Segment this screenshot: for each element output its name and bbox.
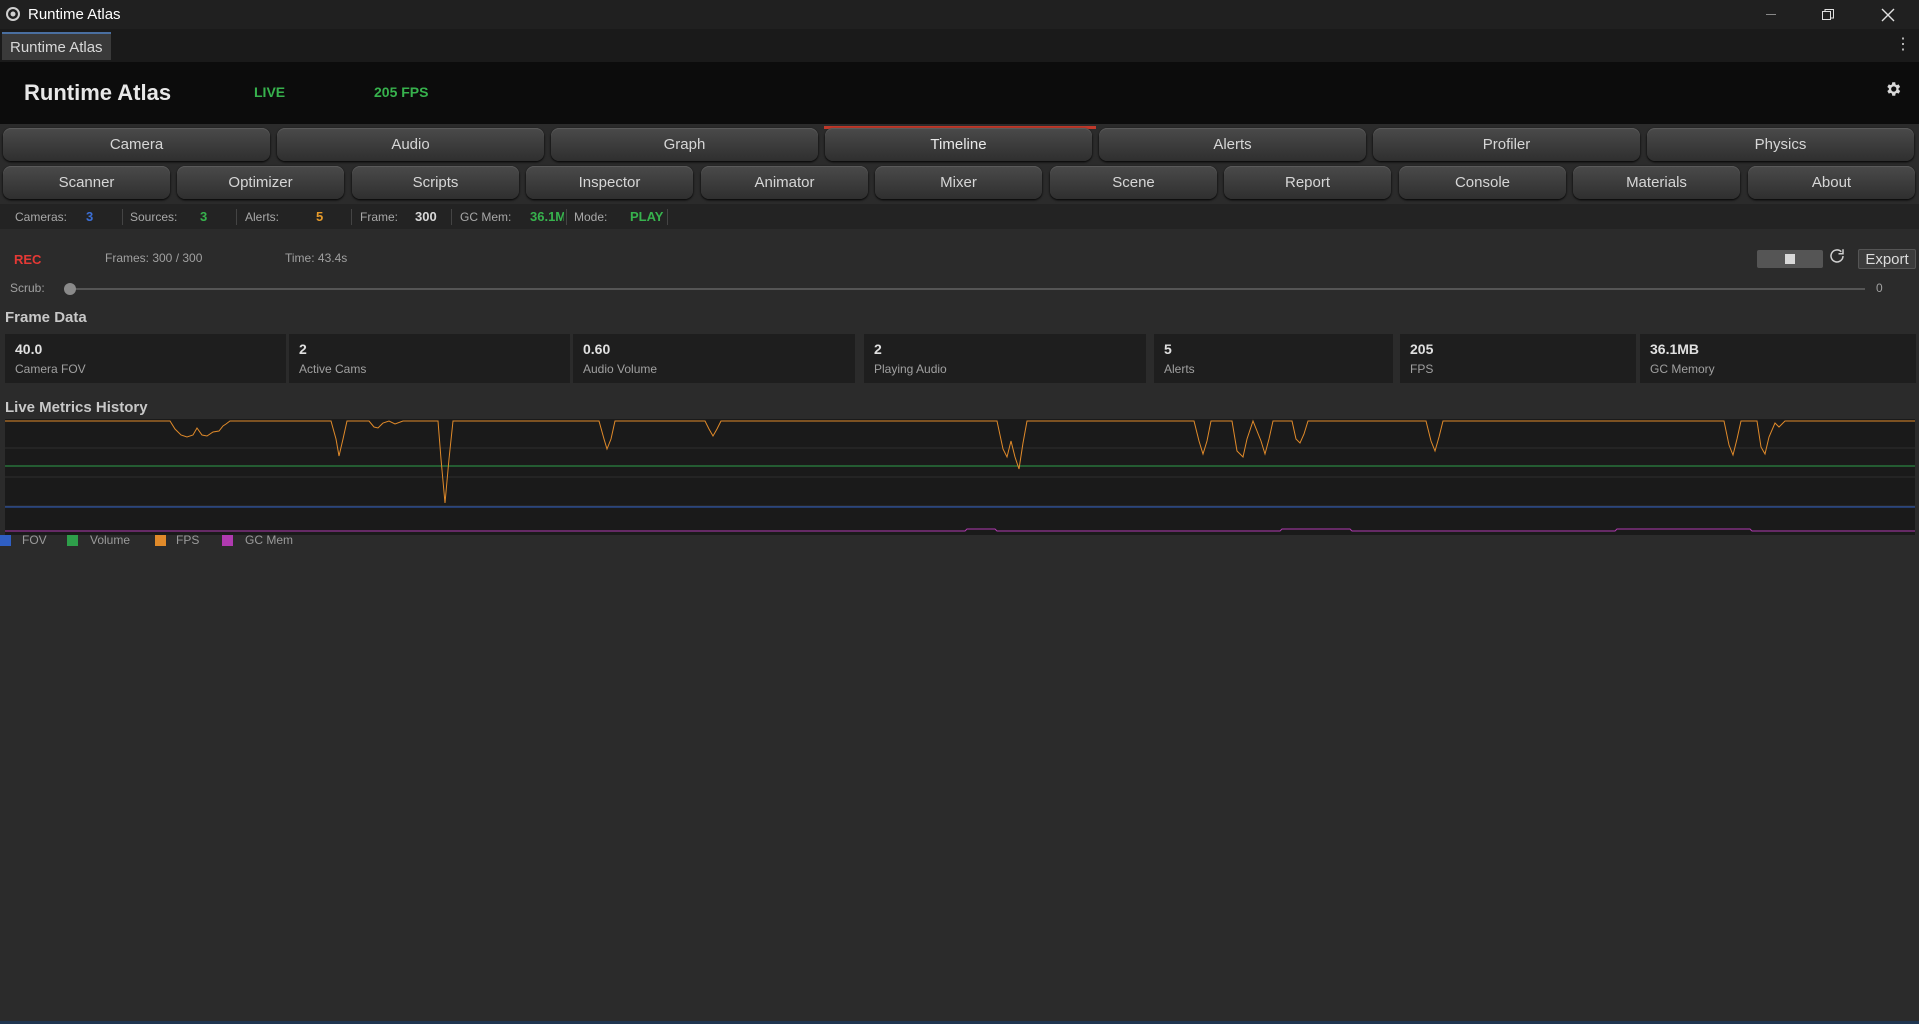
tab-scanner[interactable]: Scanner — [3, 166, 170, 199]
tab-audio[interactable]: Audio — [277, 128, 544, 161]
tab-scene[interactable]: Scene — [1050, 166, 1217, 199]
gcmem-series-line — [5, 528, 1915, 532]
mode-label: Mode: — [574, 210, 608, 224]
metric-card: 36.1MB GC Memory — [1640, 334, 1916, 383]
metric-card-label: Camera FOV — [15, 362, 86, 376]
frame-label: Frame: — [360, 210, 399, 224]
stat-divider — [122, 209, 123, 225]
legend-swatch — [67, 535, 78, 546]
export-button[interactable]: Export — [1858, 249, 1916, 269]
metrics-title: Live Metrics History — [5, 399, 148, 416]
metric-card-value: 2 — [299, 341, 307, 357]
stat-divider — [451, 209, 452, 225]
metric-card: 5 Alerts — [1154, 334, 1393, 383]
live-indicator: LIVE — [254, 84, 286, 100]
tab-report[interactable]: Report — [1224, 166, 1391, 199]
time-readout: Time: 43.4s — [285, 251, 348, 265]
restore-icon — [1822, 8, 1834, 20]
stat-divider — [667, 209, 668, 225]
tab-console[interactable]: Console — [1399, 166, 1566, 199]
legend-label: FOV — [22, 533, 47, 547]
fps-indicator: 205 FPS — [374, 84, 429, 100]
metric-card-value: 40.0 — [15, 341, 43, 357]
tab-optimizer[interactable]: Optimizer — [177, 166, 344, 199]
minimize-icon — [1766, 14, 1776, 15]
tab-about[interactable]: About — [1748, 166, 1915, 199]
rec-indicator: REC — [14, 252, 42, 267]
more-options-icon[interactable]: ⋮ — [1895, 34, 1911, 54]
close-button[interactable] — [1865, 0, 1911, 29]
tab-scripts[interactable]: Scripts — [352, 166, 519, 199]
sources-label: Sources: — [130, 210, 178, 224]
gcmem-value: 36.1M — [530, 209, 564, 224]
tab-graph[interactable]: Graph — [551, 128, 818, 161]
metric-card-label: Audio Volume — [583, 362, 658, 376]
frames-readout: Frames: 300 / 300 — [105, 251, 203, 265]
metric-card: 40.0 Camera FOV — [5, 334, 286, 383]
stop-icon — [1785, 254, 1795, 264]
app-icon — [6, 7, 20, 21]
tab-mixer[interactable]: Mixer — [875, 166, 1042, 199]
scrub-value: 0 — [1876, 281, 1883, 295]
metric-card-label: Active Cams — [299, 362, 367, 376]
metric-card: 2 Active Cams — [289, 334, 570, 383]
metric-card: 2 Playing Audio — [864, 334, 1146, 383]
frame-data-title: Frame Data — [5, 309, 87, 326]
metric-card-label: GC Memory — [1650, 362, 1715, 376]
mode-value: PLAY — [630, 209, 664, 224]
minimize-button[interactable] — [1748, 0, 1794, 29]
scrub-slider[interactable] — [70, 288, 1865, 290]
metric-card: 0.60 Audio Volume — [573, 334, 855, 383]
document-tabstrip — [0, 29, 1919, 62]
metric-card-value: 0.60 — [583, 341, 611, 357]
metric-card-value: 2 — [874, 341, 882, 357]
metrics-history-chart — [5, 419, 1915, 535]
metric-card-value: 36.1MB — [1650, 341, 1700, 357]
metric-card-label: FPS — [1410, 362, 1434, 376]
tab-camera[interactable]: Camera — [3, 128, 270, 161]
tab-timeline[interactable]: Timeline — [825, 128, 1092, 161]
stat-divider — [236, 209, 237, 225]
stop-button[interactable] — [1757, 250, 1823, 268]
legend-swatch — [222, 535, 233, 546]
legend-swatch — [155, 535, 166, 546]
legend-label: Volume — [90, 533, 131, 547]
restore-button[interactable] — [1805, 0, 1851, 29]
frame-count: 300 — [415, 209, 437, 224]
tab-physics[interactable]: Physics — [1647, 128, 1914, 161]
tab-profiler[interactable]: Profiler — [1373, 128, 1640, 161]
gcmem-label: GC Mem: — [460, 210, 512, 224]
refresh-icon[interactable] — [1828, 247, 1846, 265]
legend-label: FPS — [176, 533, 200, 547]
legend-swatch — [0, 535, 11, 546]
close-icon — [1881, 8, 1895, 21]
window-title: Runtime Atlas — [28, 6, 121, 23]
tab-materials[interactable]: Materials — [1573, 166, 1740, 199]
document-tab[interactable]: Runtime Atlas — [2, 32, 111, 60]
tab-animator[interactable]: Animator — [701, 166, 868, 199]
window-titlebar: Runtime Atlas — [0, 0, 1919, 29]
metric-card: 205 FPS — [1400, 334, 1636, 383]
metric-card-value: 5 — [1164, 341, 1172, 357]
cameras-label: Cameras: — [15, 210, 68, 224]
fps-series-line — [5, 419, 1915, 504]
tab-alerts[interactable]: Alerts — [1099, 128, 1366, 161]
sources-count: 3 — [200, 209, 208, 224]
metric-card-label: Alerts — [1164, 362, 1195, 376]
alerts-count: 5 — [316, 209, 324, 224]
gear-icon[interactable] — [1884, 80, 1902, 98]
stat-divider — [351, 209, 352, 225]
alerts-label: Alerts: — [245, 210, 280, 224]
scrub-label: Scrub: — [10, 281, 45, 295]
metric-card-value: 205 — [1410, 341, 1434, 357]
legend-label: GC Mem — [245, 533, 293, 547]
cameras-count: 3 — [86, 209, 94, 224]
stats-bar: Cameras: 3 Sources: 3 Alerts: 5 Frame: 3… — [0, 204, 1919, 229]
app-header — [0, 62, 1919, 124]
scrub-slider-handle[interactable] — [64, 283, 76, 295]
tab-inspector[interactable]: Inspector — [526, 166, 693, 199]
metric-card-label: Playing Audio — [874, 362, 947, 376]
app-name: Runtime Atlas — [24, 80, 172, 105]
stat-divider — [566, 209, 567, 225]
